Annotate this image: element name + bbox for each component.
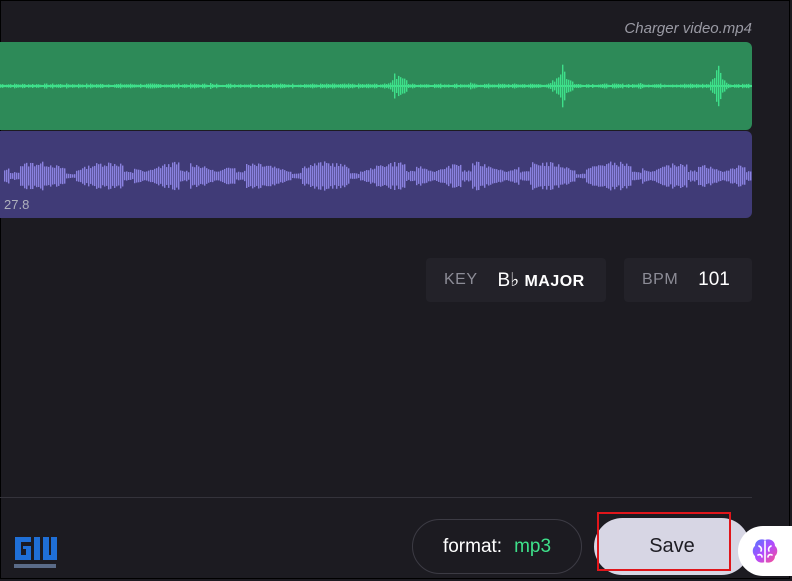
vocals-track[interactable] [0, 42, 752, 130]
format-value: mp3 [514, 535, 552, 557]
gadgets-to-use-logo [12, 534, 58, 570]
key-mode: MAJOR [524, 272, 585, 290]
key-value: B♭ MAJOR [498, 269, 585, 292]
brain-icon [752, 539, 778, 563]
ai-assistant-button[interactable] [738, 526, 792, 576]
bpm-display: BPM 101 [624, 258, 752, 302]
key-label: KEY [444, 271, 478, 288]
key-note: B♭ [497, 269, 520, 291]
bpm-label: BPM [642, 271, 679, 288]
bpm-value: 101 [698, 269, 730, 290]
key-display: KEY B♭ MAJOR [426, 258, 606, 302]
format-label: format: [442, 535, 503, 557]
file-name: Charger video.mp4 [624, 20, 752, 37]
format-selector[interactable]: format: mp3 [412, 519, 582, 574]
music-track[interactable]: 27.8 [0, 131, 752, 218]
save-button[interactable]: Save [594, 518, 750, 575]
vocals-waveform [0, 64, 752, 108]
music-waveform [4, 161, 752, 191]
divider [0, 497, 752, 498]
time-marker: 27.8 [4, 197, 30, 212]
